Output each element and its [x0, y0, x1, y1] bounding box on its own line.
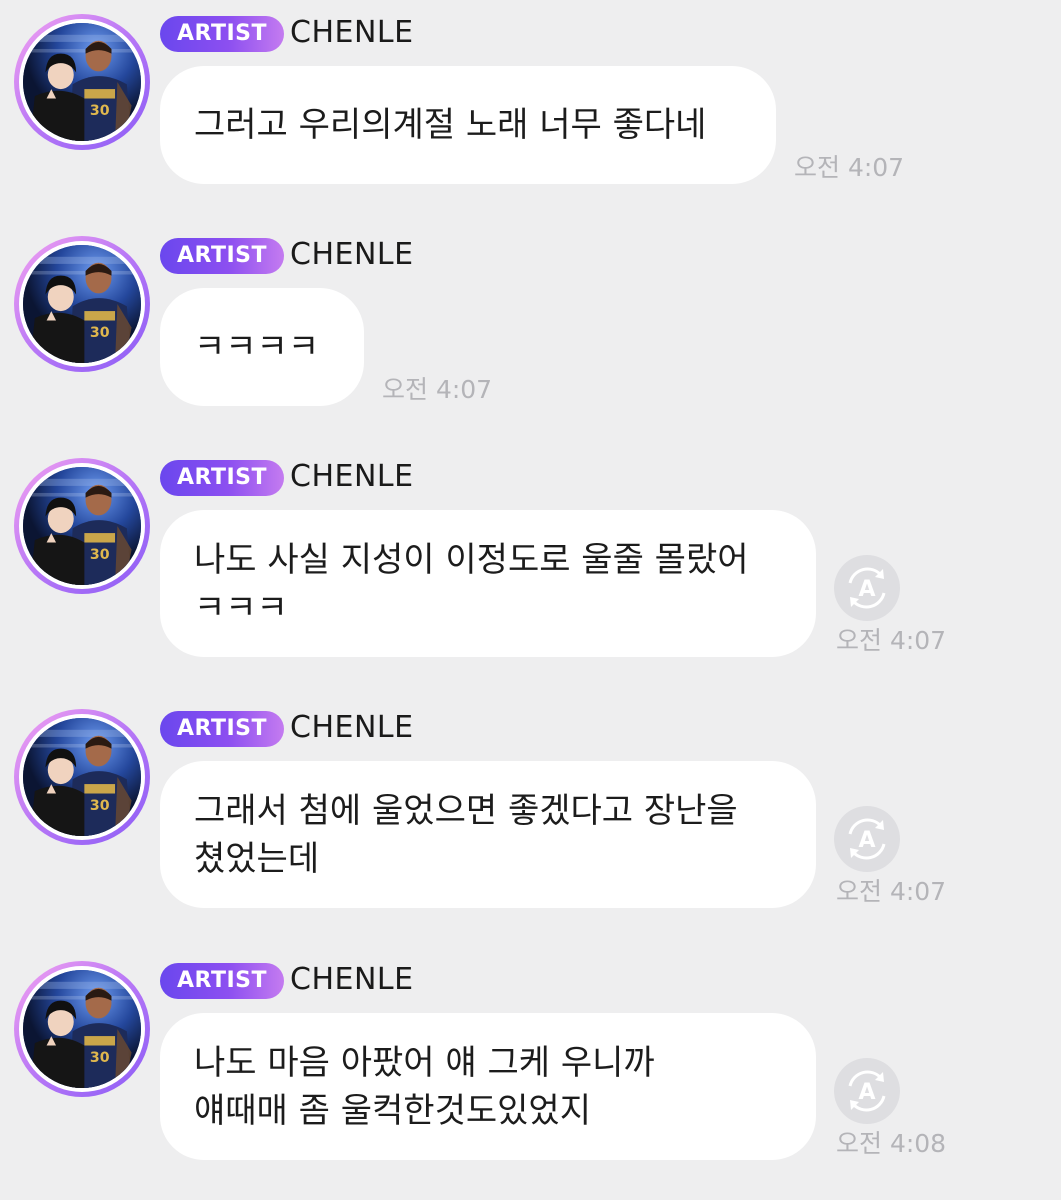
message-text: 그러고 우리의계절 노래 너무 좋다네 — [194, 105, 707, 145]
svg-text:30: 30 — [90, 103, 110, 119]
message-time: 오전 4:07 — [836, 877, 947, 906]
profile-avatar[interactable]: 30 — [14, 14, 150, 150]
svg-text:30: 30 — [90, 547, 110, 563]
profile-avatar[interactable]: 30 — [14, 458, 150, 594]
translate-button[interactable]: A — [834, 806, 900, 872]
message-time: 오전 4:07 — [836, 626, 947, 655]
profile-photo-icon: 30 — [23, 467, 141, 585]
profile-photo-icon: 30 — [23, 245, 141, 363]
message-bubble[interactable]: 나도 마음 아팠어 얘 그케 우니까 얘때매 좀 울컥한것도있었지 — [160, 1013, 816, 1160]
translate-icon: A — [848, 818, 886, 860]
svg-text:30: 30 — [90, 1050, 110, 1066]
svg-text:A: A — [858, 577, 875, 602]
chat-message: 30 ARTIST CHENLE 그래서 첨에 울었으면 좋겠다고 장난을 쳤었… — [0, 695, 1061, 925]
message-time: 오전 4:08 — [836, 1129, 947, 1158]
translate-button[interactable]: A — [834, 555, 900, 621]
profile-avatar[interactable]: 30 — [14, 709, 150, 845]
svg-text:A: A — [858, 1080, 875, 1105]
chat-message: 30 ARTIST CHENLE 나도 사실 지성이 이정도로 울줄 몰랐어 ㅋ… — [0, 444, 1061, 674]
message-text: ㅋㅋㅋㅋ — [194, 327, 320, 367]
message-text: 나도 마음 아팠어 얘 그케 우니까 — [194, 1042, 655, 1083]
profile-photo-icon: 30 — [23, 718, 141, 836]
profile-avatar[interactable]: 30 — [14, 961, 150, 1097]
sender-name[interactable]: CHENLE — [290, 14, 414, 52]
profile-avatar[interactable]: 30 — [14, 236, 150, 372]
message-text: 나도 사실 지성이 이정도로 울줄 몰랐어 — [194, 539, 749, 580]
translate-icon: A — [848, 567, 886, 609]
message-bubble[interactable]: 그래서 첨에 울었으면 좋겠다고 장난을 쳤었는데 — [160, 761, 816, 908]
artist-badge: ARTIST — [160, 238, 284, 274]
message-text: ㅋㅋㅋ — [194, 587, 288, 628]
sender-name[interactable]: CHENLE — [290, 458, 414, 496]
artist-badge: ARTIST — [160, 16, 284, 52]
message-text: 얘때매 좀 울컥한것도있었지 — [194, 1090, 591, 1131]
chat-list: 30 ARTIST CHENLE 그러고 우리의계절 노래 너무 좋다네 오전 … — [0, 0, 1061, 1200]
svg-text:30: 30 — [90, 325, 110, 341]
translate-icon: A — [848, 1070, 886, 1112]
message-text: 그래서 첨에 울었으면 좋겠다고 장난을 — [194, 790, 738, 831]
artist-badge: ARTIST — [160, 963, 284, 999]
chat-message: 30 ARTIST CHENLE 그러고 우리의계절 노래 너무 좋다네 오전 … — [0, 0, 1061, 200]
sender-name[interactable]: CHENLE — [290, 236, 414, 274]
message-text: 쳤었는데 — [194, 838, 320, 879]
svg-text:30: 30 — [90, 798, 110, 814]
message-bubble[interactable]: ㅋㅋㅋㅋ — [160, 288, 364, 406]
artist-badge: ARTIST — [160, 711, 284, 747]
message-time: 오전 4:07 — [794, 153, 905, 182]
artist-badge: ARTIST — [160, 460, 284, 496]
message-bubble[interactable]: 나도 사실 지성이 이정도로 울줄 몰랐어 ㅋㅋㅋ — [160, 510, 816, 657]
sender-name[interactable]: CHENLE — [290, 961, 414, 999]
translate-button[interactable]: A — [834, 1058, 900, 1124]
profile-photo-icon: 30 — [23, 970, 141, 1088]
message-time: 오전 4:07 — [382, 375, 493, 404]
svg-text:A: A — [858, 828, 875, 853]
profile-photo-icon: 30 — [23, 23, 141, 141]
sender-name[interactable]: CHENLE — [290, 709, 414, 747]
message-bubble[interactable]: 그러고 우리의계절 노래 너무 좋다네 — [160, 66, 776, 184]
chat-message: 30 ARTIST CHENLE 나도 마음 아팠어 얘 그케 우니까 얘때매 … — [0, 947, 1061, 1177]
chat-message: 30 ARTIST CHENLE ㅋㅋㅋㅋ 오전 4:07 — [0, 222, 1061, 422]
